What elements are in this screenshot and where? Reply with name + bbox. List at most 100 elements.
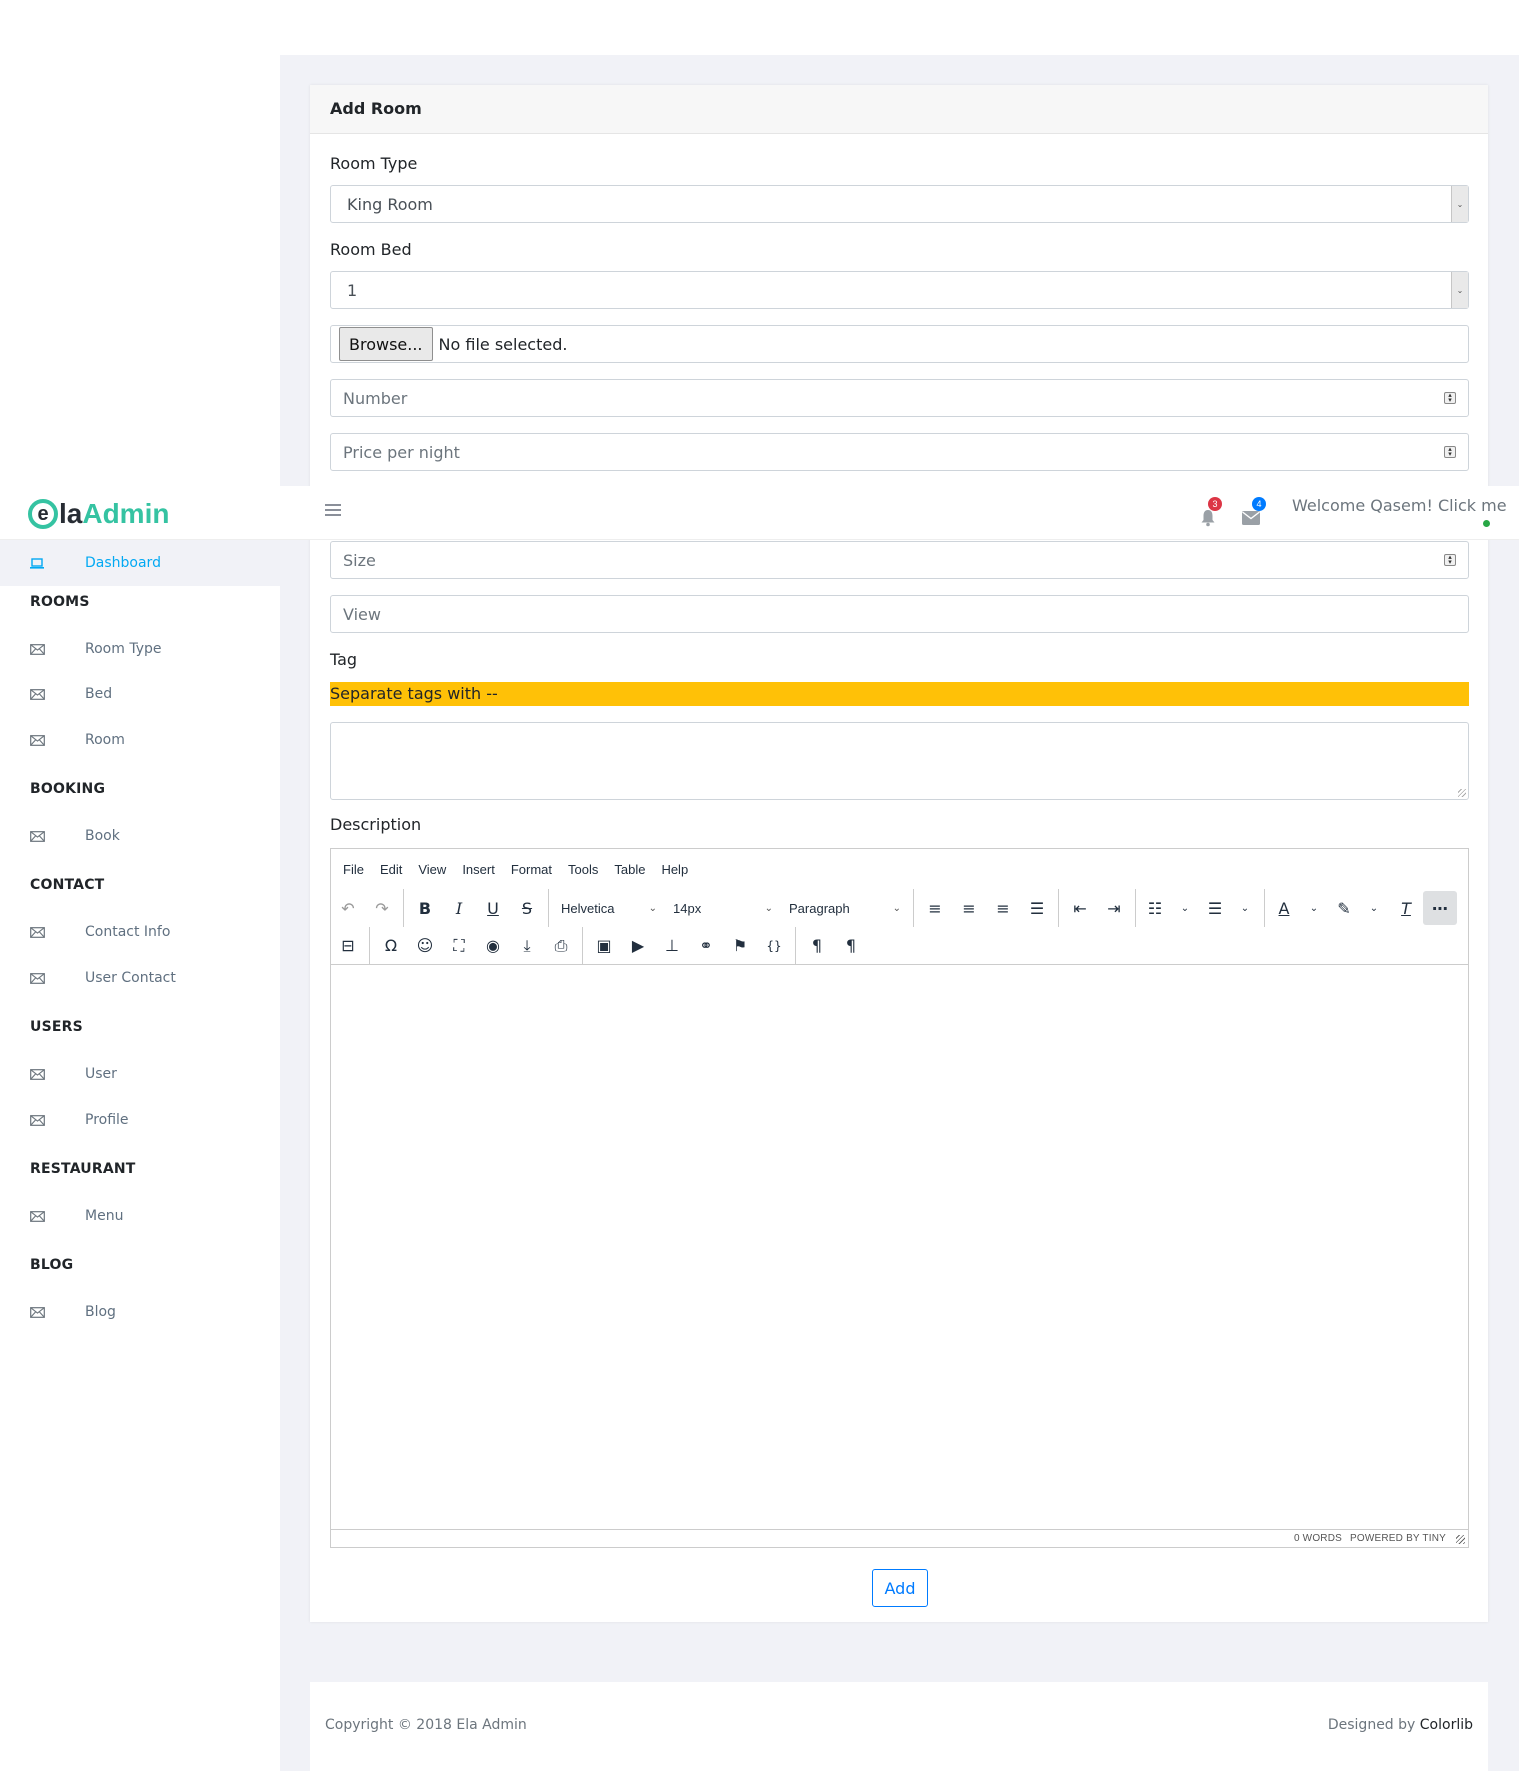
font-size-value: 14px <box>673 900 702 916</box>
chevron-down-icon[interactable]: ⌄ <box>1359 891 1389 925</box>
sidebar-item-room-type[interactable]: Room Type <box>0 626 280 672</box>
resize-handle-icon[interactable] <box>1456 1535 1465 1544</box>
sidebar-item-bed[interactable]: Bed <box>0 671 280 717</box>
page-break-icon[interactable]: ⊟ <box>331 929 365 963</box>
menu-tools[interactable]: Tools <box>568 862 598 877</box>
template-icon[interactable]: ⊥ <box>655 929 689 963</box>
sidebar-item-label: Menu <box>85 1208 124 1224</box>
editor-content-area[interactable] <box>331 966 1468 1529</box>
sidebar-item-user-contact[interactable]: User Contact <box>0 955 280 1001</box>
numbered-list-icon[interactable]: ☷ <box>1140 891 1170 925</box>
notifications-button[interactable]: 3 <box>1193 497 1223 528</box>
room-type-select[interactable]: King Room ⌄ <box>330 185 1469 223</box>
preview-icon[interactable]: ◉ <box>476 929 510 963</box>
logo[interactable]: e la Admin <box>28 498 169 530</box>
link-icon[interactable]: ⚭ <box>689 929 723 963</box>
sidebar-item-menu[interactable]: Menu <box>0 1193 280 1239</box>
menu-view[interactable]: View <box>418 862 446 877</box>
align-justify-icon[interactable]: ☰ <box>1020 891 1054 925</box>
laptop-icon <box>28 556 46 570</box>
browse-button[interactable]: Browse... <box>339 327 433 361</box>
menu-file[interactable]: File <box>343 862 364 877</box>
strikethrough-icon[interactable]: S <box>510 891 544 925</box>
block-format-dropdown[interactable]: Paragraph ⌄ <box>781 891 909 925</box>
more-options-icon[interactable]: ⋯ <box>1423 891 1457 925</box>
undo-icon[interactable]: ↶ <box>331 891 365 925</box>
price-input[interactable]: Price per night ▴ ▾ <box>330 433 1469 471</box>
chevron-down-icon[interactable]: ⌄ <box>1230 891 1260 925</box>
bullet-list-icon[interactable]: ☰ <box>1200 891 1230 925</box>
sidebar-item-label: Dashboard <box>85 555 161 571</box>
envelope-icon <box>1242 511 1260 525</box>
rtl-icon[interactable]: ¶ <box>834 929 868 963</box>
align-center-icon[interactable]: ≡ <box>952 891 986 925</box>
tag-textarea[interactable] <box>330 722 1469 800</box>
powered-by[interactable]: POWERED BY TINY <box>1350 1533 1446 1544</box>
emoticon-icon[interactable]: ☺ <box>408 929 442 963</box>
notification-count-badge: 3 <box>1208 497 1222 511</box>
size-input[interactable]: Size ▴ ▾ <box>330 541 1469 579</box>
sidebar-item-room[interactable]: Room <box>0 717 280 763</box>
image-icon[interactable]: ▣ <box>587 929 621 963</box>
view-placeholder: View <box>343 604 381 624</box>
messages-button[interactable]: 4 <box>1237 497 1267 528</box>
sidebar-item-dashboard[interactable]: Dashboard <box>0 540 280 586</box>
sidebar-item-label: Room <box>85 732 125 748</box>
save-icon[interactable]: ⤓ <box>510 929 544 963</box>
sidebar-item-contact-info[interactable]: Contact Info <box>0 909 280 955</box>
spinner-icon[interactable]: ▴ ▾ <box>1444 446 1456 458</box>
menu-table[interactable]: Table <box>614 862 645 877</box>
user-menu[interactable]: Welcome Qasem! Click me <box>1292 496 1507 515</box>
room-bed-select[interactable]: 1 ⌄ <box>330 271 1469 309</box>
online-status-indicator <box>1483 520 1490 527</box>
message-count-badge: 4 <box>1252 497 1266 511</box>
toolbar-divider <box>1135 889 1136 927</box>
file-status: No file selected. <box>438 334 568 354</box>
text-color-icon[interactable]: A <box>1269 891 1299 925</box>
view-input[interactable]: View <box>330 595 1469 633</box>
print-icon[interactable]: ⎙ <box>544 929 578 963</box>
media-icon[interactable]: ▶ <box>621 929 655 963</box>
number-input[interactable]: Number ▴ ▾ <box>330 379 1469 417</box>
special-character-icon[interactable]: Ω <box>374 929 408 963</box>
sidebar-item-blog[interactable]: Blog <box>0 1289 280 1335</box>
designer-link[interactable]: Colorlib <box>1420 1717 1473 1733</box>
sidebar-item-label: Contact Info <box>85 924 171 940</box>
sidebar-heading-booking: BOOKING <box>30 781 106 797</box>
add-button[interactable]: Add <box>872 1569 928 1607</box>
menu-help[interactable]: Help <box>661 862 688 877</box>
anchor-icon[interactable]: ⚑ <box>723 929 757 963</box>
chevron-down-icon[interactable]: ⌄ <box>1170 891 1200 925</box>
menu-insert[interactable]: Insert <box>462 862 495 877</box>
image-file-input[interactable]: Browse... No file selected. <box>330 325 1469 363</box>
menu-toggle-icon[interactable] <box>325 504 341 518</box>
description-label: Description <box>330 815 422 834</box>
outdent-icon[interactable]: ⇤ <box>1063 891 1097 925</box>
sidebar-item-user[interactable]: User <box>0 1051 280 1097</box>
bold-icon[interactable]: B <box>408 891 442 925</box>
indent-icon[interactable]: ⇥ <box>1097 891 1131 925</box>
code-sample-icon[interactable]: {} <box>757 929 791 963</box>
align-left-icon[interactable]: ≡ <box>918 891 952 925</box>
chevron-down-icon: ⌄ <box>1451 186 1468 222</box>
sidebar-item-profile[interactable]: Profile <box>0 1097 280 1143</box>
chevron-down-icon[interactable]: ⌄ <box>1299 891 1329 925</box>
font-size-dropdown[interactable]: 14px ⌄ <box>665 891 781 925</box>
align-right-icon[interactable]: ≡ <box>986 891 1020 925</box>
fullscreen-icon[interactable]: ⛶ <box>442 929 476 963</box>
menu-edit[interactable]: Edit <box>380 862 402 877</box>
resize-handle-icon[interactable] <box>1458 789 1466 797</box>
ltr-icon[interactable]: ¶ <box>800 929 834 963</box>
menu-format[interactable]: Format <box>511 862 552 877</box>
font-family-dropdown[interactable]: Helvetica ⌄ <box>553 891 665 925</box>
spinner-icon[interactable]: ▴ ▾ <box>1444 392 1456 404</box>
redo-icon[interactable]: ↷ <box>365 891 399 925</box>
spinner-icon[interactable]: ▴ ▾ <box>1444 554 1456 566</box>
sidebar-heading-blog: BLOG <box>30 1257 74 1273</box>
envelope-icon <box>28 1209 46 1223</box>
sidebar-item-book[interactable]: Book <box>0 813 280 859</box>
highlight-color-icon[interactable]: ✎ <box>1329 891 1359 925</box>
clear-formatting-icon[interactable]: T <box>1389 891 1423 925</box>
underline-icon[interactable]: U <box>476 891 510 925</box>
italic-icon[interactable]: I <box>442 891 476 925</box>
